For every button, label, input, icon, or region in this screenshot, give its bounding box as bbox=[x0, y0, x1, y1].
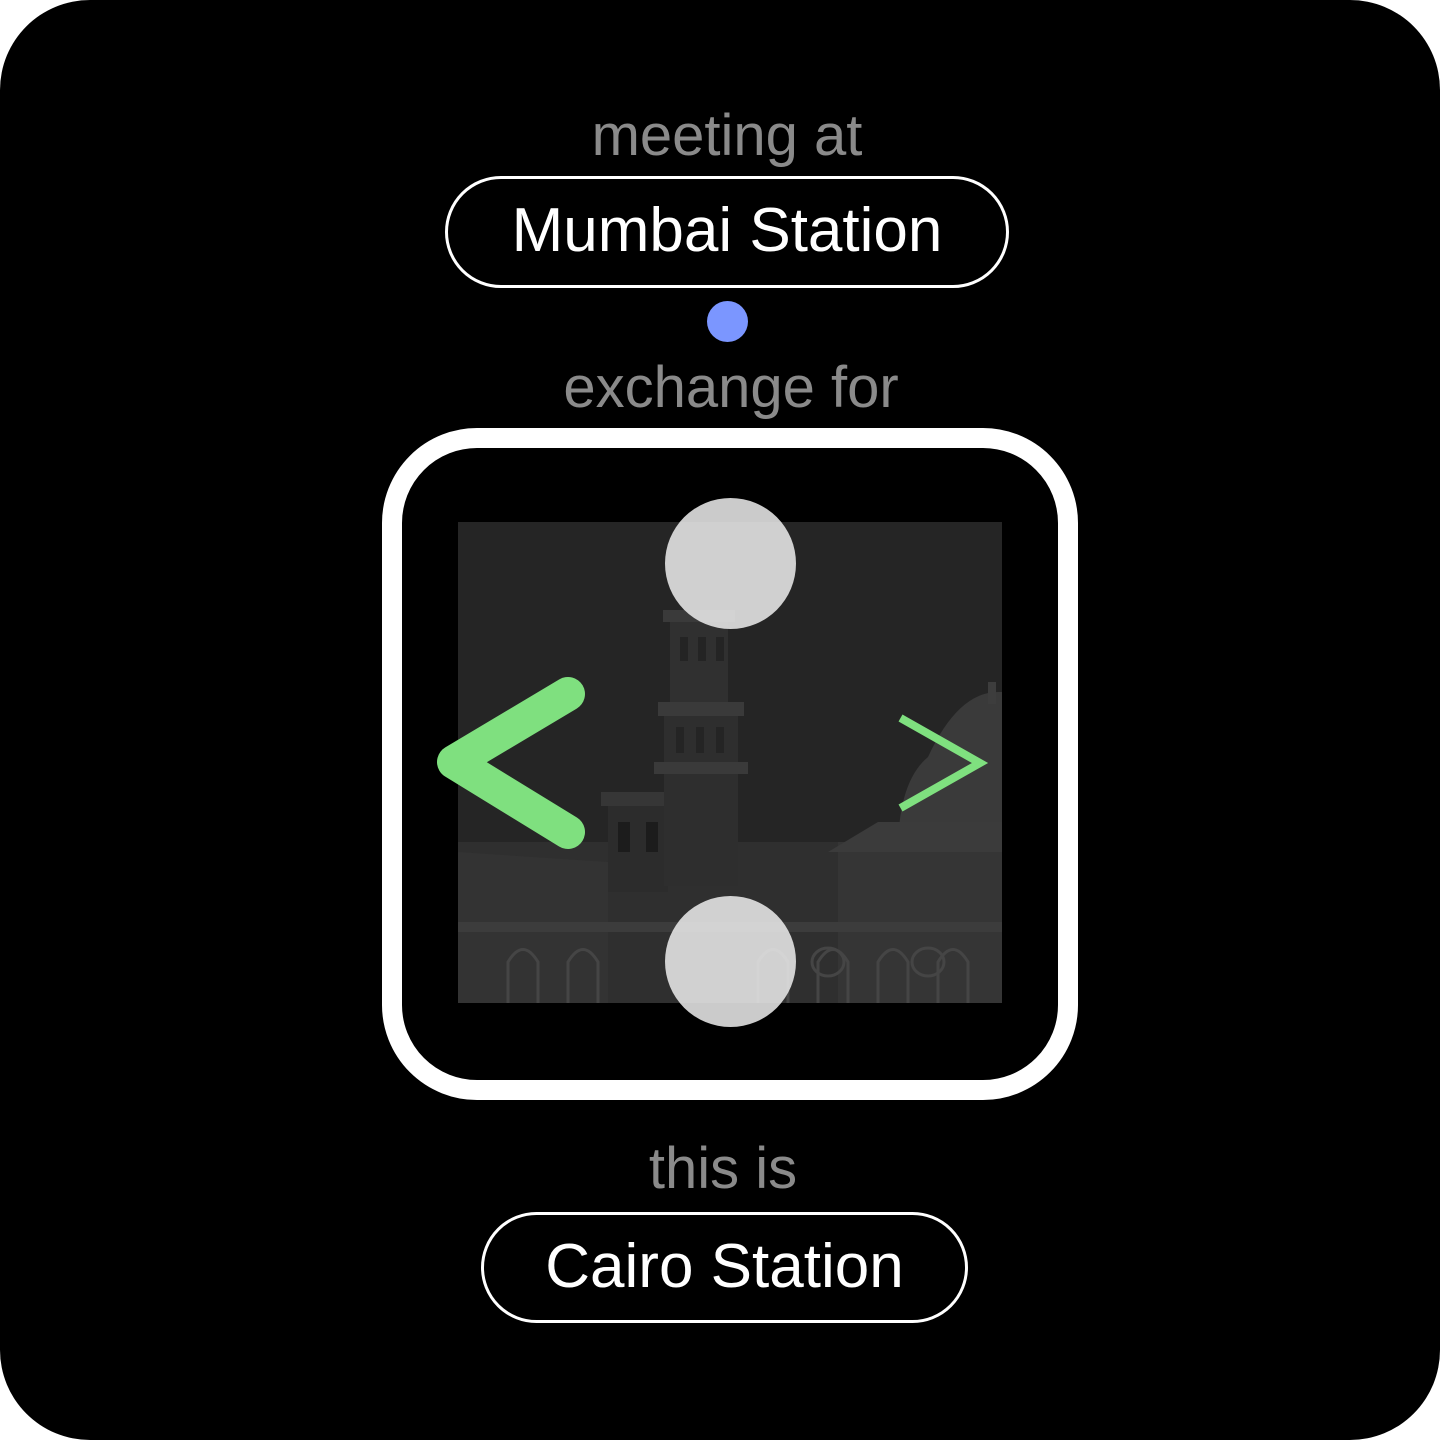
chevron-right-icon[interactable] bbox=[892, 708, 992, 818]
meeting-station-button[interactable]: Mumbai Station bbox=[445, 176, 1009, 288]
exchange-for-label: exchange for bbox=[563, 355, 899, 420]
chevron-left-icon[interactable] bbox=[426, 672, 596, 856]
meeting-at-label: meeting at bbox=[591, 103, 863, 168]
scroll-down-handle[interactable] bbox=[665, 896, 796, 1027]
scroll-up-handle[interactable] bbox=[665, 498, 796, 629]
current-station-button[interactable]: Cairo Station bbox=[481, 1212, 968, 1323]
this-is-label: this is bbox=[648, 1136, 798, 1201]
watch-screen: meeting at Mumbai Station exchange for t… bbox=[0, 0, 1440, 1440]
page-indicator-dot bbox=[707, 301, 748, 342]
